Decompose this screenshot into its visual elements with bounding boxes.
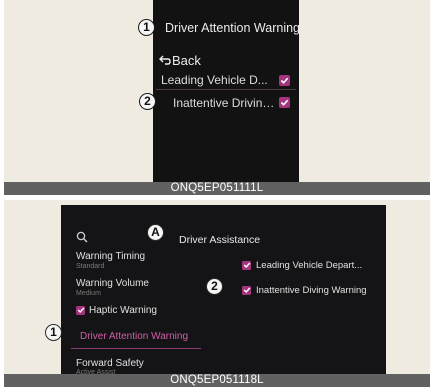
list-item-leading-vehicle[interactable]: Leading Vehicle D... [156, 71, 296, 90]
menu-item-value: Standard [76, 263, 105, 270]
figure-top: Back Leading Vehicle D... Inattentive Dr… [4, 0, 430, 195]
checkbox-checked[interactable] [279, 75, 290, 86]
back-arrow-icon [159, 53, 172, 68]
menu-item-warning-timing[interactable]: Warning Timing [76, 251, 145, 262]
screen-title: Driver Assistance [179, 234, 261, 246]
option-label: Leading Vehicle Depart... [256, 260, 363, 271]
list-item-inattentive-driving[interactable]: Inattentive Driving ... [156, 93, 296, 112]
callout-marker: 2 [139, 93, 156, 110]
menu-item-forward-safety[interactable]: Forward Safety [76, 358, 144, 369]
callout-marker: 1 [45, 324, 62, 341]
option-label: Inattentive Diving Warning [256, 285, 367, 296]
menu-item-warning-volume[interactable]: Warning Volume [76, 278, 149, 289]
selection-underline [71, 348, 201, 349]
figure-caption: ONQ5EP051118L [4, 374, 430, 387]
callout-marker: 2 [206, 278, 223, 295]
back-label: Back [172, 53, 201, 68]
callout-marker: 1 [138, 19, 155, 36]
menu-item-label: Haptic Warning [89, 305, 157, 316]
back-button[interactable]: Back [159, 53, 201, 68]
checkbox-checked[interactable] [76, 306, 85, 315]
search-icon[interactable] [76, 230, 88, 243]
checkbox-checked[interactable] [279, 97, 290, 108]
display-screen-driver-assistance: Driver Assistance Warning Timing Standar… [61, 205, 386, 377]
figure-bottom: Driver Assistance Warning Timing Standar… [4, 200, 430, 387]
menu-item-value: Medium [76, 290, 101, 297]
callout-marker: A [147, 224, 164, 241]
figure-caption: ONQ5EP051111L [4, 182, 430, 195]
checkbox-checked[interactable] [242, 286, 251, 295]
menu-item-driver-attention-warning[interactable]: Driver Attention Warning [80, 331, 188, 342]
list-item-label: Leading Vehicle D... [161, 73, 268, 87]
screen-title: Driver Attention Warning [165, 21, 301, 35]
checkbox-checked[interactable] [242, 261, 251, 270]
list-item-label: Inattentive Driving ... [173, 95, 281, 110]
